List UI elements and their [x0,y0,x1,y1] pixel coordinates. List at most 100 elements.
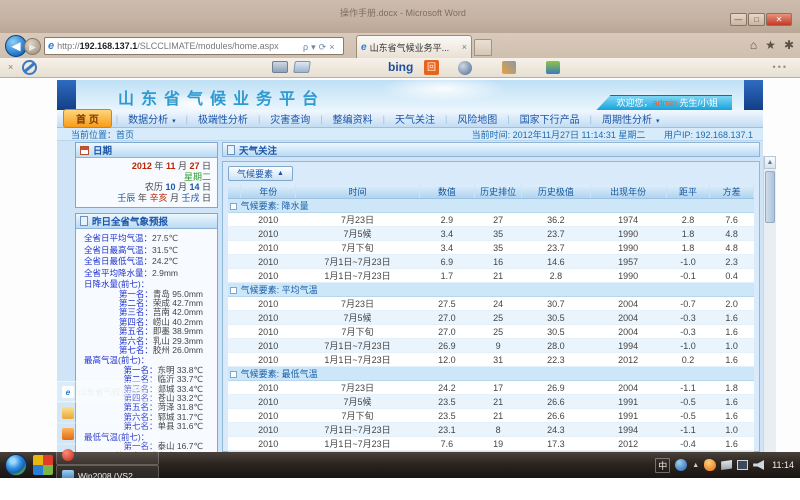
calendar-icon [80,146,89,155]
climate-element-button[interactable]: 气候要素 ▲ [228,166,293,181]
browser-toolbar: ◀ ▶ e http://192.168.137.1/SLCCLIMATE/mo… [0,33,800,58]
antenna-icon[interactable] [502,61,516,74]
more-options-icon[interactable]: ••• [773,62,788,72]
scroll-up-icon[interactable]: ▲ [764,156,776,169]
nav-item-8[interactable]: 周期性分析 ▾ [592,111,669,126]
stat-label: 全省日最低气温： [84,256,152,266]
new-tab-button[interactable] [474,39,492,56]
data-cell: 35 [474,241,521,255]
tray-network-app-icon[interactable] [675,459,687,471]
table-row[interactable]: 20107月23日27.52430.72004-0.72.0 [228,297,754,311]
nav-item-6[interactable]: 风险地图 [447,111,507,126]
search-icon[interactable]: ρ [303,42,308,52]
compatibility-icon[interactable] [22,60,37,75]
action-center-flag-icon[interactable] [721,460,732,470]
lunar-date: 农历 10 月 14 日 [78,182,211,193]
table-row[interactable]: 20107月下旬27.02530.52004-0.31.6 [228,325,754,339]
card-icon[interactable] [272,61,288,73]
data-cell: 26.6 [522,409,590,423]
table-row[interactable]: 20107月5候23.52126.61991-0.51.6 [228,395,754,409]
stat-label: 全省日最高气温： [84,245,152,255]
mail-icon[interactable] [293,61,311,73]
start-button[interactable] [5,454,27,476]
ie-page-icon: e [48,40,54,52]
data-cell: 26.9 [522,381,590,395]
table-row[interactable]: 20101月1日~7月23日7.61917.32012-0.41.6 [228,437,754,451]
address-bar[interactable]: e http://192.168.137.1/SLCCLIMATE/module… [44,37,344,55]
bing-logo[interactable]: bing [388,60,413,74]
nav-item-4[interactable]: 整编资料 [323,111,383,126]
report-stat: 全省平均降水量：2.9mm [78,268,213,280]
table-row[interactable]: 20107月1日~7月23日26.9928.01994-1.01.0 [228,339,754,353]
nav-item-0[interactable]: 首 页 [63,109,112,128]
group-checkbox[interactable] [230,287,237,294]
data-cell: 23.7 [522,227,590,241]
nav-item-5[interactable]: 天气关注 [385,111,445,126]
data-cell: 1月1日~7月23日 [296,269,419,283]
taskbar-icon-task-2[interactable] [56,423,159,444]
nav-item-3[interactable]: 灾害查询 [260,111,320,126]
data-cell: 27.0 [419,311,474,325]
maximize-button[interactable]: □ [748,13,765,26]
stop-icon[interactable]: × [329,42,334,52]
data-cell: 8 [474,423,521,437]
data-cell: 2010 [241,409,296,423]
table-row[interactable]: 20107月下旬23.52126.61991-0.51.6 [228,409,754,423]
table-row[interactable]: 20101月1日~7月23日1.7212.81990-0.10.4 [228,269,754,283]
people-icon[interactable] [546,61,560,74]
table-row[interactable]: 20107月23日24.21726.92004-1.11.8 [228,381,754,395]
taskbar-icon-task-3[interactable] [56,444,159,465]
report-stat: 全省日最高气温：31.5℃ [78,245,213,257]
table-row[interactable]: 20107月5候3.43523.719901.84.8 [228,227,754,241]
clock[interactable]: 11:14 [772,460,794,470]
data-cell: 7月下旬 [296,241,419,255]
taskbar-icon-task-1[interactable] [56,402,159,423]
tab-close-icon[interactable]: × [462,42,467,52]
banner-right-decoration [744,80,763,110]
table-row[interactable]: 20107月23日2.92736.219742.87.6 [228,213,754,227]
table-row[interactable]: 20107月1日~7月23日6.91614.61957-1.02.3 [228,255,754,269]
tray-expand-icon[interactable]: ▲ [692,462,699,469]
group-checkbox[interactable] [230,371,237,378]
volume-icon[interactable] [753,460,764,470]
table-row[interactable]: 20101月1日~7月23日12.03122.320120.21.6 [228,353,754,367]
search-dropdown-icon[interactable]: ▾ [311,42,316,53]
data-cell: 7月23日 [296,213,419,227]
close-button[interactable]: ✕ [766,13,792,26]
bing-box-icon[interactable]: 回 [424,60,439,75]
toolbar-close-icon[interactable]: × [8,62,13,72]
favorites-star-icon[interactable]: ★ [765,38,776,52]
data-cell: 4.8 [710,227,754,241]
data-cell: 7月1日~7月23日 [296,255,419,269]
table-row[interactable]: 20107月5候27.02530.52004-0.31.6 [228,311,754,325]
minimize-button[interactable]: — [730,13,747,26]
row-gutter-cell [228,241,241,255]
nav-item-1[interactable]: 数据分析 ▾ [118,111,185,126]
home-icon[interactable]: ⌂ [750,38,757,52]
nav-item-7[interactable]: 国家下行产品 [510,111,590,126]
row-gutter-cell [228,395,241,409]
background-window-title: 操作手册.docx - Microsoft Word [340,6,466,19]
data-cell: 4.8 [710,241,754,255]
pinned-app-icon[interactable] [33,455,53,475]
table-row[interactable]: 20107月下旬3.43523.719901.84.8 [228,241,754,255]
taskbar-task-0[interactable]: e山东省气候业务平... [56,381,159,402]
input-language-indicator[interactable]: 中 [655,458,670,473]
data-cell: 1.6 [710,395,754,409]
nav-item-2[interactable]: 极端性分析 [188,111,258,126]
tray-fox-icon[interactable] [704,459,716,471]
group-checkbox[interactable] [230,203,237,210]
column-header: 距平 [666,185,710,199]
panel-icon [227,145,235,155]
row-gutter-cell [228,409,241,423]
table-row[interactable]: 20107月1日~7月23日23.1824.31994-1.11.0 [228,423,754,437]
page-scrollbar[interactable]: ▲ [763,156,776,452]
network-icon[interactable] [737,460,748,470]
camera-icon[interactable] [458,61,472,75]
refresh-icon[interactable]: ⟳ [319,42,327,53]
data-cell: 1990 [590,227,666,241]
browser-tab[interactable]: e 山东省气候业务平... × [356,35,472,58]
scrollbar-thumb[interactable] [765,171,775,223]
forward-button[interactable]: ▶ [24,38,41,55]
settings-gear-icon[interactable]: ✱ [784,38,794,52]
